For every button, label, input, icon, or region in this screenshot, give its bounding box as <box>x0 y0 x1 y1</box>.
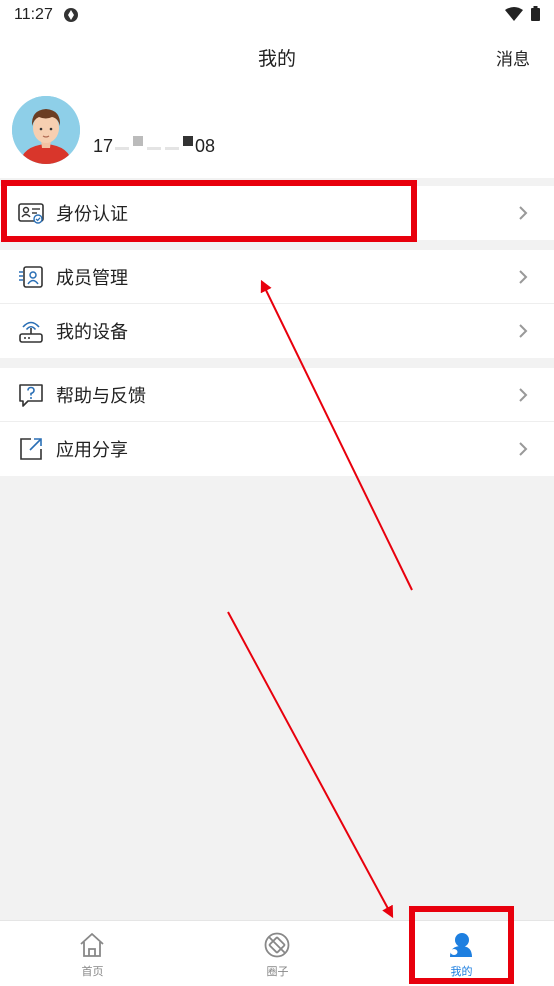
phone-mask <box>133 136 144 146</box>
menu-group-support: 帮助与反馈 应用分享 <box>0 368 554 476</box>
circle-icon <box>264 932 290 958</box>
menu-item-label: 成员管理 <box>56 267 128 289</box>
menu-item-member-management[interactable]: 成员管理 <box>0 250 554 304</box>
page-title: 我的 <box>257 47 296 70</box>
tab-label: 圈子 <box>266 965 289 978</box>
sync-icon <box>63 8 78 22</box>
menu-item-app-share[interactable]: 应用分享 <box>0 422 554 476</box>
chevron-right-icon <box>519 206 528 220</box>
menu-item-label: 应用分享 <box>56 440 128 461</box>
phone-mask <box>165 147 180 150</box>
status-time: 11:27 <box>14 6 53 23</box>
member-icon <box>19 265 43 288</box>
profile-section[interactable]: 17 08 <box>0 84 554 178</box>
phone-mask <box>115 147 130 150</box>
phone-suffix: 08 <box>195 136 216 156</box>
home-icon <box>80 933 104 957</box>
status-bar: 11:27 <box>0 0 554 30</box>
avatar-face-icon <box>12 96 80 164</box>
phone-number: 17 08 <box>93 136 215 157</box>
chevron-right-icon <box>519 442 528 456</box>
phone-mask <box>183 136 194 146</box>
battery-icon <box>531 6 540 21</box>
share-icon <box>20 438 42 460</box>
menu-item-label: 帮助与反馈 <box>56 385 146 407</box>
highlight-box-mine-tab <box>409 906 514 984</box>
arrow-to-mine-tab <box>227 611 394 919</box>
menu-item-my-devices[interactable]: 我的设备 <box>0 304 554 358</box>
menu-item-label: 我的设备 <box>56 322 128 343</box>
chevron-right-icon <box>519 387 528 402</box>
menu-group-management: 成员管理 我的设备 <box>0 250 554 358</box>
tab-circle[interactable]: 圈子 <box>185 921 370 986</box>
highlight-box-identity <box>1 180 417 242</box>
tab-label: 首页 <box>81 965 104 978</box>
app-header: 我的 消息 <box>0 30 554 84</box>
wifi-icon <box>505 6 523 21</box>
phone-mask <box>147 147 162 150</box>
tab-home[interactable]: 首页 <box>0 921 185 986</box>
phone-prefix: 17 <box>93 136 114 156</box>
menu-item-help-feedback[interactable]: 帮助与反馈 <box>0 368 554 422</box>
messages-link[interactable]: 消息 <box>496 45 530 70</box>
avatar[interactable] <box>12 96 80 164</box>
help-icon <box>19 383 43 407</box>
router-icon <box>19 321 43 343</box>
chevron-right-icon <box>519 324 528 338</box>
chevron-right-icon <box>519 269 528 284</box>
